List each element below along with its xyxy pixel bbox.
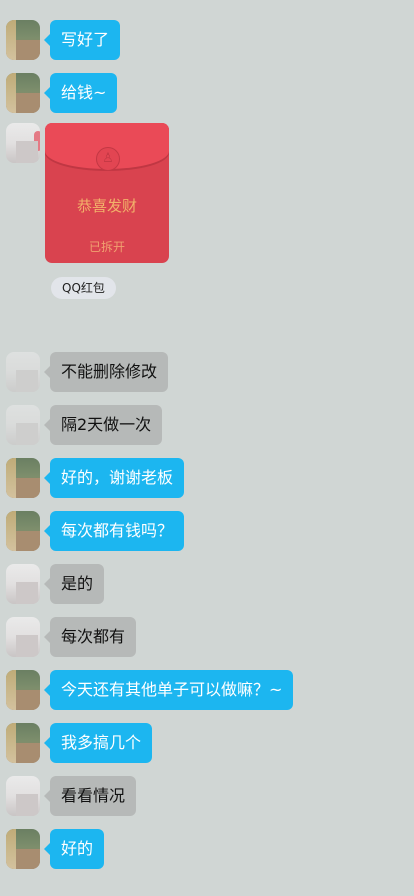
- message-bubble[interactable]: 隔2天做一次: [43, 405, 163, 445]
- qq-penguin-icon: ♙: [96, 147, 120, 171]
- message-bubble[interactable]: 每次都有钱吗？: [43, 511, 185, 551]
- chat-window: 写好了 给钱~ ♙ 恭喜发财 已拆开 QQ红包 不能删除修改 隔2天做一次 好的…: [0, 0, 414, 896]
- avatar[interactable]: [6, 776, 40, 816]
- red-packet-status: 已拆开: [88, 240, 125, 254]
- message-bubble[interactable]: 我多搞几个: [43, 723, 153, 763]
- avatar[interactable]: [6, 564, 40, 604]
- avatar[interactable]: [6, 723, 40, 763]
- avatar[interactable]: [6, 20, 40, 60]
- message-bubble[interactable]: 好的: [43, 829, 105, 869]
- message-bubble[interactable]: 今天还有其他单子可以做嘛？~: [43, 670, 294, 710]
- message-bubble[interactable]: 不能删除修改: [43, 352, 169, 392]
- red-packet-card[interactable]: ♙ 恭喜发财 已拆开: [45, 123, 169, 263]
- avatar[interactable]: [6, 352, 40, 392]
- avatar[interactable]: [6, 458, 40, 498]
- message-bubble[interactable]: 给钱~: [43, 73, 118, 113]
- avatar[interactable]: [6, 405, 40, 445]
- red-packet-greeting: 恭喜发财: [76, 197, 137, 215]
- avatar[interactable]: [6, 670, 40, 710]
- message-bubble[interactable]: 是的: [43, 564, 105, 604]
- avatar[interactable]: [6, 617, 40, 657]
- avatar[interactable]: [6, 511, 40, 551]
- message-bubble[interactable]: 每次都有: [43, 617, 137, 657]
- red-packet-source-label: QQ红包: [51, 277, 116, 299]
- avatar[interactable]: [6, 829, 40, 869]
- avatar[interactable]: [6, 123, 40, 163]
- message-bubble[interactable]: 写好了: [43, 20, 121, 60]
- avatar[interactable]: [6, 73, 40, 113]
- message-bubble[interactable]: 好的，谢谢老板: [43, 458, 185, 498]
- message-bubble[interactable]: 看看情况: [43, 776, 137, 816]
